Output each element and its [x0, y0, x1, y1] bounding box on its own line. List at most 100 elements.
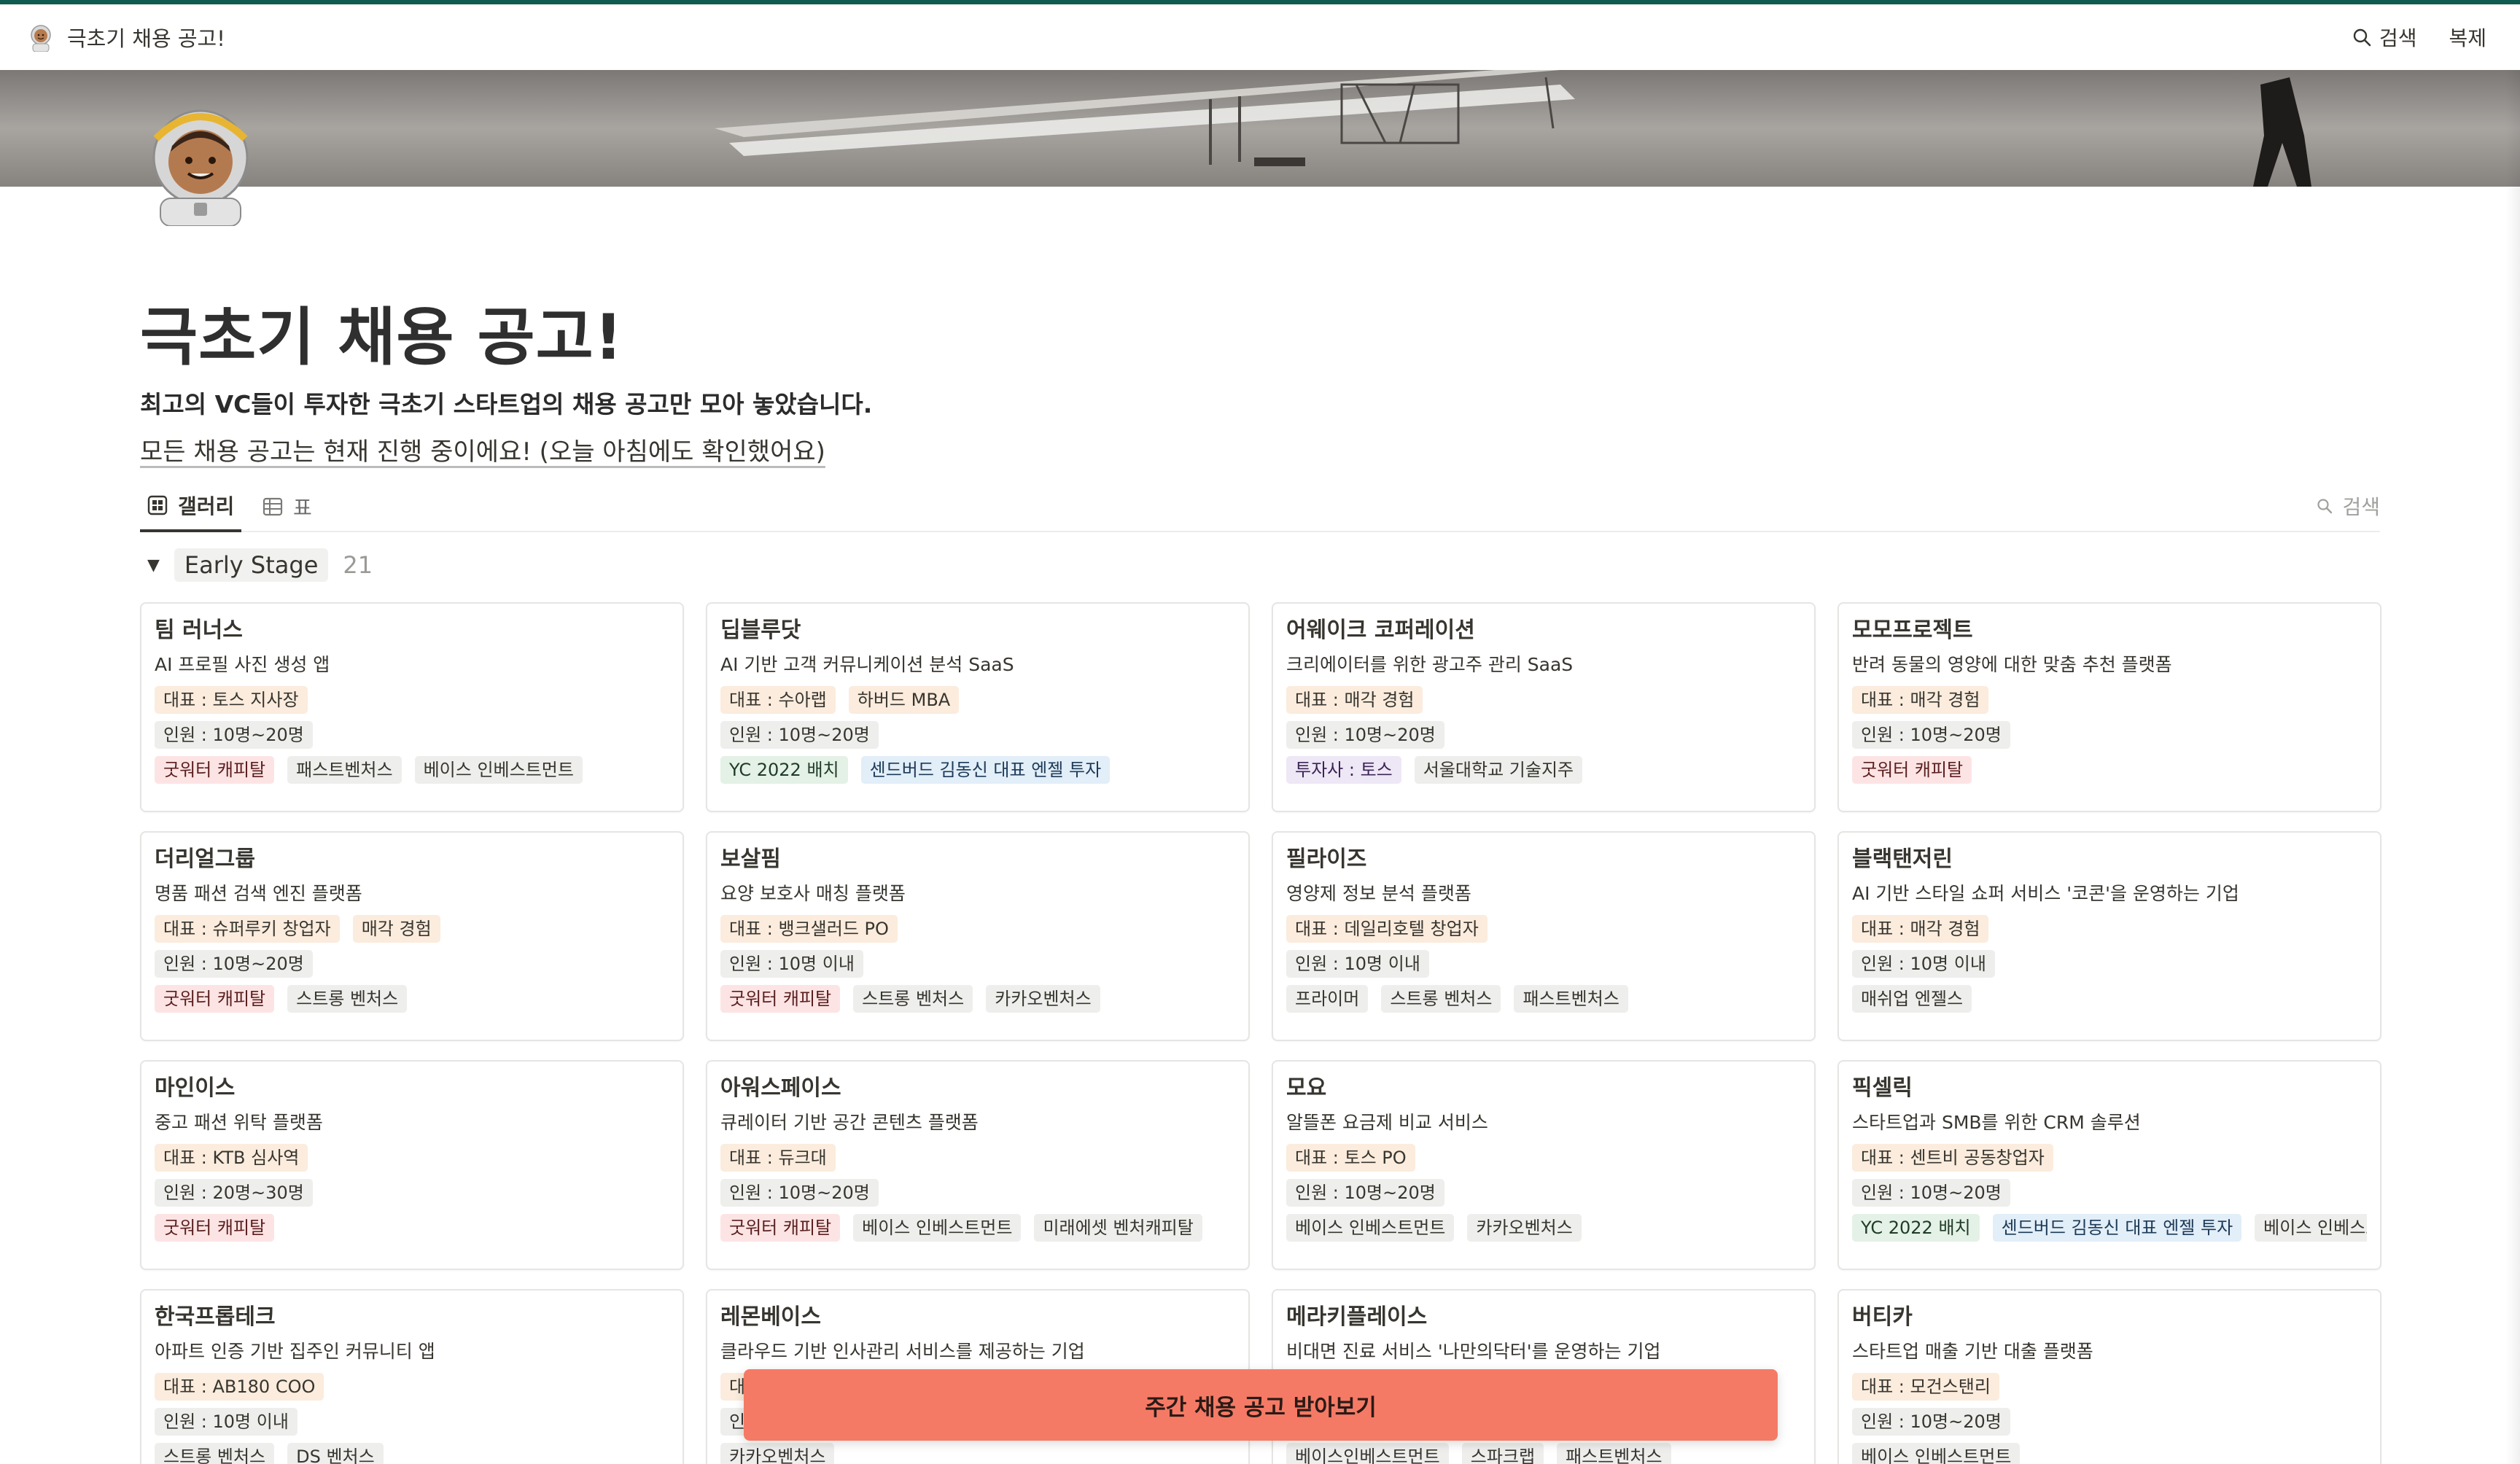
gallery-card[interactable]: 픽셀릭스타트업과 SMB를 위한 CRM 솔루션대표 : 센트비 공동창업자 인원… — [1838, 1060, 2381, 1270]
card-tag: 센드버드 김동신 대표 엔젤 투자 — [860, 756, 1111, 784]
gallery-card[interactable]: 마인이스 중고 패션 위탁 플랫폼 대표 : KTB 심사역 인원 : 20명~30명… — [140, 1060, 684, 1270]
card-tag: 스파크랩 — [1461, 1443, 1544, 1464]
card-tag: 굿워터 캐피탈 — [1852, 756, 1972, 784]
card-description: 아파트 인증 기반 집주인 커뮤니티 앱 — [155, 1341, 435, 1362]
page-title: 극초기 채용 공고! — [140, 301, 623, 374]
card-company-name: 픽셀릭 — [1852, 1075, 1913, 1101]
card-investors-row: 굿워터 캐피탈 — [155, 1210, 669, 1245]
view-tabs: 갤러리 표 검색 — [140, 481, 2380, 532]
card-investors-row: 프라이머 스트롱 벤처스 패스트벤처스 — [1286, 981, 1801, 1016]
card-team-size: 인원 : 10명 이내 — [155, 1408, 298, 1436]
gallery-card[interactable]: 팀 러너스 AI 프로필 사진 생성 앱 대표 : 토스 지사장 인원 : 10명~2… — [140, 602, 684, 812]
card-team-size: 인원 : 10명~20명 — [1286, 1179, 1444, 1207]
card-ceo-row: 대표 : 수아랩 하버드 MBA — [720, 682, 1235, 717]
card-tag: 스트롱 벤처스 — [1381, 985, 1501, 1013]
card-company-name: 팀 러너스 — [155, 618, 243, 643]
view-search-button[interactable]: 검색 — [2316, 491, 2380, 521]
card-ceo-row: 대표 : 듀크대 — [720, 1140, 1235, 1175]
card-size-row: 인원 : 10명~20명 — [1286, 1175, 1801, 1210]
card-tag: 대표 : 토스 PO — [1286, 1144, 1415, 1172]
card-tag: 대표 : KTB 심사역 — [155, 1144, 308, 1172]
card-size-row: 인원 : 10명~20명 — [1852, 1175, 2367, 1210]
gallery-card[interactable]: 더리얼그룹 명품 패션 검색 엔진 플랫폼 대표 : 슈퍼루키 창업자 매각 경험 인원… — [140, 831, 684, 1041]
gallery-card[interactable]: 모요 알뜰폰 요금제 비교 서비스 대표 : 토스 PO 인원 : 10명~20명 베이… — [1272, 1060, 1816, 1270]
gallery-card[interactable]: 필라이즈 영양제 정보 분석 플랫폼 대표 : 데일리호텔 창업자 인원 : 10명 … — [1272, 831, 1816, 1041]
tab-table[interactable]: 표 — [262, 481, 312, 532]
astronaut-icon — [31, 25, 51, 52]
card-company-name: 버티카 — [1852, 1304, 1913, 1330]
tab-gallery-label: 갤러리 — [178, 494, 235, 518]
card-company-name: 한국프롭테크 — [155, 1304, 276, 1330]
card-tag: DS 벤처스 — [287, 1443, 384, 1464]
card-tag: 대표 : 수아랩 — [720, 686, 836, 714]
gallery-card[interactable]: 아워스페이스 큐레이터 기반 공간 콘텐츠 플랫폼 대표 : 듀크대 인원 : 10명… — [706, 1060, 1250, 1270]
card-ceo-row: 대표 : 매각 경험 — [1852, 682, 2367, 717]
card-size-row: 인원 : 10명 이내 — [155, 1404, 669, 1439]
scrollbar-edge — [2505, 70, 2520, 1464]
gallery-card[interactable]: 버티카 스타트업 매출 기반 대출 플랫폼 대표 : 모건스탠리 인원 : 10명~2… — [1838, 1289, 2381, 1464]
card-tag: 스트롱 벤처스 — [155, 1443, 275, 1464]
tab-gallery[interactable]: 갤러리 — [140, 481, 242, 532]
card-ceo-row: 대표 : 센트비 공동창업자 — [1852, 1140, 2367, 1175]
gallery-card[interactable]: 모모프로젝트 반려 동물의 영양에 대한 맞춤 추천 플랫폼 대표 : 매각 경험 인… — [1838, 602, 2381, 812]
card-investors-row: 매쉬업 엔젤스 — [1852, 981, 2367, 1016]
card-tag: 대표 : 매각 경험 — [1852, 686, 1989, 714]
group-label[interactable]: Early Stage — [174, 548, 329, 582]
card-investors-row: 굿워터 캐피탈 — [1852, 752, 2367, 787]
card-description: 요양 보호사 매칭 플랫폼 — [720, 883, 906, 904]
card-team-size: 인원 : 10명 이내 — [1852, 950, 1995, 978]
card-tag: 대표 : AB180 COO — [155, 1373, 324, 1401]
collapse-triangle-icon[interactable]: ▼ — [147, 556, 160, 575]
astronaut-page-icon[interactable] — [143, 109, 258, 226]
card-tag: 패스트벤처스 — [1514, 985, 1628, 1013]
card-investors-row: 스트롱 벤처스 DS 벤처스 — [155, 1439, 669, 1464]
gallery-card[interactable]: 블랙탠저린 AI 기반 스타일 쇼퍼 서비스 '코콘'을 운영하는 기업 대표 : … — [1838, 831, 2381, 1041]
card-tag: 굿워터 캐피탈 — [720, 1214, 841, 1242]
card-tag: 굿워터 캐피탈 — [155, 1214, 275, 1242]
card-tag: 베이스 인베스트먼트 — [853, 1214, 1022, 1242]
card-investors-row: 굿워터 캐피탈 패스트벤처스 베이스 인베스트먼트 — [155, 752, 669, 787]
weekly-jobs-subscribe-button[interactable]: 주간 채용 공고 받아보기 — [744, 1369, 1778, 1441]
card-description: AI 기반 고객 커뮤니케이션 분석 SaaS — [720, 654, 1014, 675]
cover-airplane-photo — [0, 70, 2520, 187]
breadcrumb-page-title[interactable]: 극초기 채용 공고! — [67, 22, 225, 52]
card-description: 영양제 정보 분석 플랫폼 — [1286, 883, 1471, 904]
card-tag: 대표 : 매각 경험 — [1286, 686, 1423, 714]
card-description: 스타트업 매출 기반 대출 플랫폼 — [1852, 1341, 2093, 1362]
card-tag: 대표 : 데일리호텔 창업자 — [1286, 915, 1488, 943]
card-tag: 카카오벤처스 — [1467, 1214, 1582, 1242]
card-tag: 굿워터 캐피탈 — [155, 756, 275, 784]
gallery-card[interactable]: 딥블루닷 AI 기반 고객 커뮤니케이션 분석 SaaS 대표 : 수아랩 하버드 M… — [706, 602, 1250, 812]
card-ceo-row: 대표 : AB180 COO — [155, 1369, 669, 1404]
card-investors-row: YC 2022 배치 센드버드 김동신 대표 엔젤 투자 — [720, 752, 1235, 787]
search-button[interactable]: 검색 — [2352, 23, 2416, 52]
card-tag: 프라이머 — [1286, 985, 1369, 1013]
card-investors-row: 카카오벤처스 — [720, 1439, 1235, 1464]
gallery-card[interactable]: 한국프롭테크아파트 인증 기반 집주인 커뮤니티 앱대표 : AB180 COO… — [140, 1289, 684, 1464]
card-size-row: 인원 : 20명~30명 — [155, 1175, 669, 1210]
card-description: AI 프로필 사진 생성 앱 — [155, 654, 330, 675]
gallery-card[interactable]: 보살핌 요양 보호사 매칭 플랫폼 대표 : 뱅크샐러드 PO 인원 : 10명 이내… — [706, 831, 1250, 1041]
card-ceo-row: 대표 : 슈퍼루키 창업자 매각 경험 — [155, 911, 669, 946]
gallery-card[interactable]: 어웨이크 코퍼레이션 크리에이터를 위한 광고주 관리 SaaS 대표 : 매각 경… — [1272, 602, 1816, 812]
card-investors-row: 투자사 : 토스 서울대학교 기술지주 — [1286, 752, 1801, 787]
card-tag: 패스트벤처스 — [287, 756, 402, 784]
card-tag: 대표 : 뱅크샐러드 PO — [720, 915, 898, 943]
page-subtitle: 최고의 VC들이 투자한 극초기 스타트업의 채용 공고만 모아 놓았습니다. — [140, 390, 873, 418]
card-tag: 굿워터 캐피탈 — [155, 985, 275, 1013]
card-description: 크리에이터를 위한 광고주 관리 SaaS — [1286, 654, 1574, 675]
card-description: 스타트업과 SMB를 위한 CRM 솔루션 — [1852, 1112, 2141, 1133]
card-team-size: 인원 : 10명~20명 — [155, 721, 313, 749]
card-tag: 대표 : 듀크대 — [720, 1144, 836, 1172]
card-team-size: 인원 : 10명~20명 — [1852, 721, 2010, 749]
card-company-name: 모요 — [1286, 1075, 1327, 1101]
card-tag: 베이스 인베스트먼트 — [414, 756, 583, 784]
card-ceo-row: 대표 : 데일리호텔 창업자 — [1286, 911, 1801, 946]
search-icon — [2353, 28, 2371, 47]
card-team-size: 인원 : 10명~20명 — [155, 950, 313, 978]
card-size-row: 인원 : 10명~20명 — [1852, 717, 2367, 752]
card-tag: 매쉬업 엔젤스 — [1852, 985, 1972, 1013]
duplicate-button[interactable]: 복제 — [2449, 23, 2486, 52]
card-tag: 카카오벤처스 — [986, 985, 1100, 1013]
card-team-size: 인원 : 10명~20명 — [1286, 721, 1444, 749]
